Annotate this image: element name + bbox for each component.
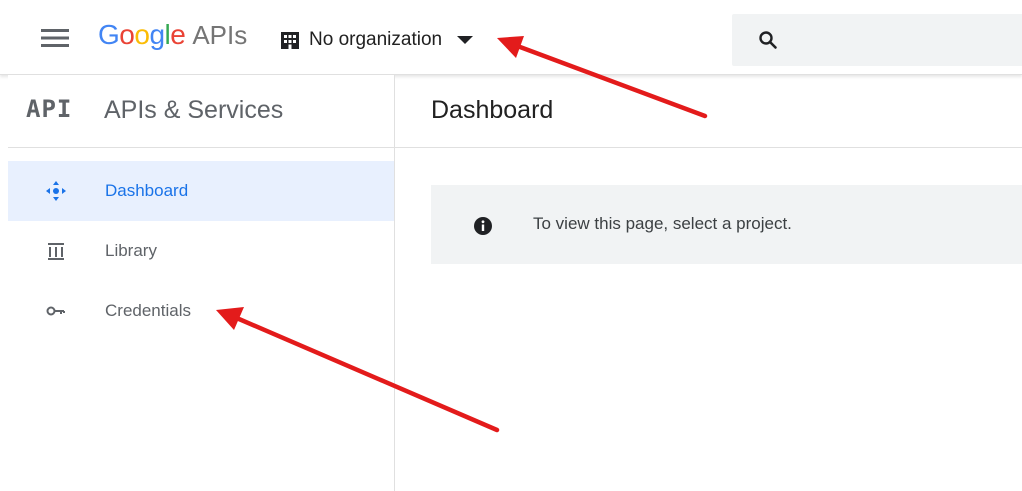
info-icon	[474, 217, 492, 235]
search-icon	[759, 31, 777, 49]
organization-picker[interactable]: No organization	[280, 26, 474, 54]
sidebar-item-label: Dashboard	[105, 181, 189, 200]
library-icon	[48, 243, 64, 260]
page-title: Dashboard	[431, 96, 554, 124]
notice-text: To view this page, select a project.	[533, 214, 792, 233]
sidebar-nav: Dashboard Library Credentials	[8, 161, 394, 341]
top-app-bar: Google APIs No organization	[0, 0, 1022, 75]
hamburger-menu-icon[interactable]	[38, 25, 72, 51]
select-project-notice: To view this page, select a project.	[431, 185, 1022, 264]
section-title: APIs & Services	[104, 96, 284, 124]
dashboard-icon	[46, 181, 66, 201]
caret-down-icon	[457, 36, 474, 44]
search-input[interactable]	[732, 14, 1022, 66]
sidebar-item-credentials[interactable]: Credentials	[8, 281, 394, 341]
key-icon	[46, 306, 65, 316]
sidebar-header: API APIs & Services	[8, 75, 394, 148]
building-icon	[281, 32, 299, 49]
google-wordmark: Google	[98, 19, 186, 50]
sidebar-item-label: Credentials	[105, 301, 191, 320]
sidebar-item-library[interactable]: Library	[8, 221, 394, 281]
main-header: Dashboard	[395, 75, 1022, 148]
organization-label: No organization	[309, 29, 443, 50]
sidebar-item-label: Library	[105, 241, 157, 260]
google-apis-logo[interactable]: Google APIs	[98, 19, 247, 55]
api-badge-icon: API	[26, 95, 73, 123]
apis-wordmark: APIs	[192, 20, 248, 50]
sidebar-item-dashboard[interactable]: Dashboard	[8, 161, 394, 221]
sidebar: API APIs & Services Dashboard Library Cr…	[8, 75, 395, 491]
